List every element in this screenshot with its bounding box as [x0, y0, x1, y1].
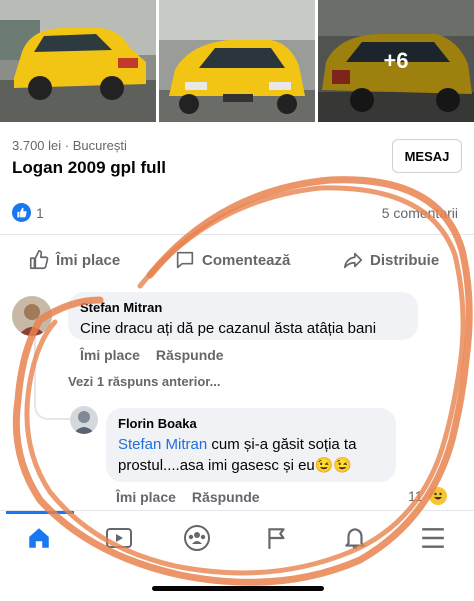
- car-photo-3[interactable]: +6: [318, 0, 474, 122]
- view-previous-replies[interactable]: Vezi 1 răspuns anterior...: [68, 374, 220, 389]
- comment-count[interactable]: 5 comentarii: [382, 205, 458, 221]
- notifications-bell-icon[interactable]: [338, 521, 372, 555]
- haha-reaction-icon: [428, 487, 447, 505]
- share-button[interactable]: Distribuie: [342, 249, 439, 271]
- avatar[interactable]: [12, 296, 52, 336]
- listing-title[interactable]: Logan 2009 gpl full: [12, 158, 166, 178]
- reply-bubble[interactable]: Florin Boaka Stefan Mitran cum și-a găsi…: [106, 408, 396, 482]
- price-location: 3.700 lei · București: [12, 138, 127, 153]
- post-action-bar: Îmi place Comentează Distribuie: [0, 234, 474, 286]
- comment-label: Comentează: [202, 251, 291, 269]
- thumbs-up-icon: [29, 250, 49, 270]
- comment-reply-link[interactable]: Răspunde: [156, 347, 224, 363]
- comment-button[interactable]: Comentează: [174, 249, 290, 271]
- like-label: Îmi place: [56, 251, 121, 269]
- comment-actions: Îmi place Răspunde: [80, 347, 224, 363]
- home-indicator: [152, 586, 324, 591]
- pages-flag-icon[interactable]: [260, 521, 294, 555]
- reply-reaction-summary[interactable]: 11: [408, 487, 447, 505]
- more-photos-overlay[interactable]: +6: [318, 0, 474, 122]
- photo-gallery[interactable]: +6: [0, 0, 474, 122]
- reply-actions: Îmi place Răspunde: [116, 489, 260, 505]
- listing-info: 3.700 lei · București Logan 2009 gpl ful…: [12, 138, 166, 178]
- thread-connector: [34, 380, 70, 420]
- avatar[interactable]: [70, 406, 98, 434]
- video-icon[interactable]: [102, 521, 136, 555]
- mention-link[interactable]: Stefan Mitran: [118, 436, 207, 453]
- reaction-count: 1: [36, 204, 44, 221]
- groups-icon[interactable]: [180, 521, 214, 555]
- comment-like-link[interactable]: Îmi place: [80, 347, 140, 363]
- bottom-navigation: [0, 510, 474, 564]
- share-arrow-icon: [343, 252, 363, 269]
- comment-author[interactable]: Stefan Mitran: [80, 300, 406, 315]
- like-button[interactable]: Îmi place: [28, 249, 120, 271]
- message-button[interactable]: MESAJ: [392, 139, 462, 173]
- car-photo-2[interactable]: [159, 0, 315, 122]
- menu-icon[interactable]: [416, 521, 450, 555]
- reply-like-link[interactable]: Îmi place: [116, 489, 176, 505]
- thread-connector: [34, 336, 36, 380]
- reply-text: Stefan Mitran cum și-a găsit soția ta pr…: [118, 434, 384, 476]
- comment-bubble-icon: [176, 251, 194, 269]
- reply-author[interactable]: Florin Boaka: [118, 416, 384, 431]
- like-reaction-icon: [12, 203, 31, 222]
- comment-bubble[interactable]: Stefan Mitran Cine dracu ați dă pe cazan…: [68, 292, 418, 340]
- car-photo-1[interactable]: [0, 0, 156, 122]
- active-tab-indicator: [6, 511, 74, 514]
- reaction-summary[interactable]: 1: [12, 203, 44, 222]
- share-label: Distribuie: [370, 251, 440, 269]
- home-icon[interactable]: [22, 521, 56, 555]
- reply-reply-link[interactable]: Răspunde: [192, 489, 260, 505]
- reply-reaction-count: 11: [408, 488, 423, 504]
- comment-text: Cine dracu ați dă pe cazanul ăsta atâția…: [80, 320, 377, 337]
